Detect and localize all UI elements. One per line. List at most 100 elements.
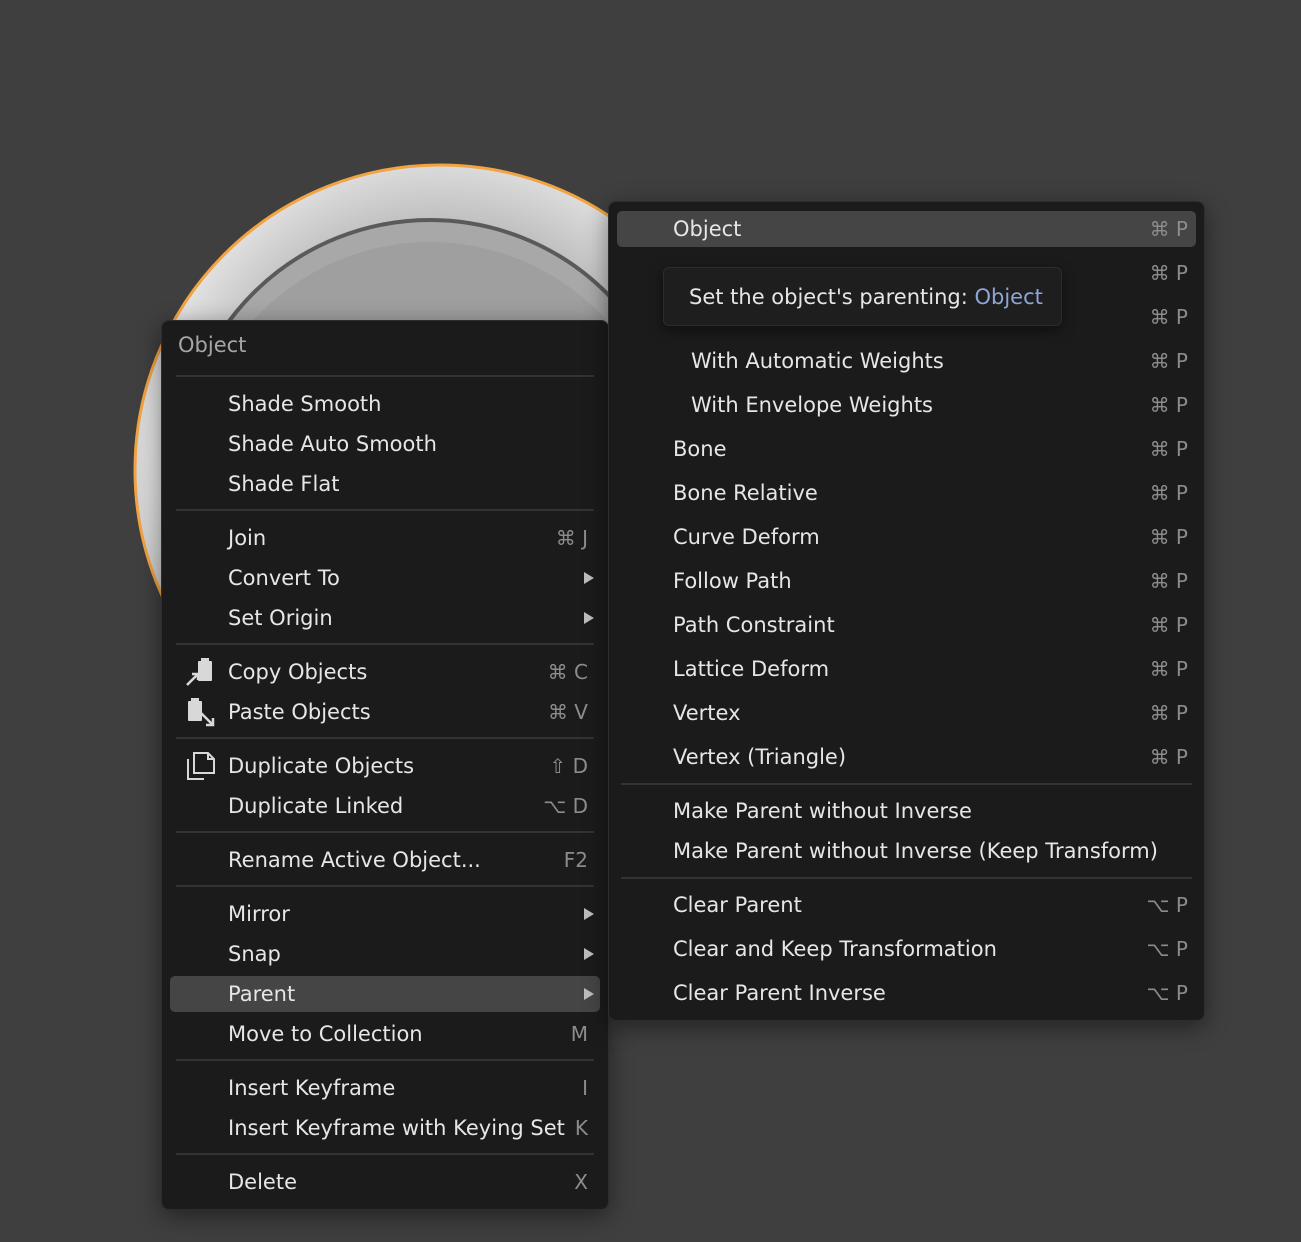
shortcut-label: ⌘ V [547,700,588,724]
menu-item-vertex-triangle[interactable]: Vertex (Triangle) ⌘ P [617,739,1196,775]
shortcut-label: X [574,1170,588,1194]
duplicate-icon [187,752,215,780]
menu-item-join[interactable]: Join ⌘ J [170,520,600,556]
menu-item-path-constraint[interactable]: Path Constraint ⌘ P [617,607,1196,643]
shortcut-label: ⌘ P [1149,701,1188,725]
shortcut-label: ⌘ J [555,526,588,550]
menu-item-label: Make Parent without Inverse [673,799,972,823]
menu-item-label: Vertex (Triangle) [673,745,847,769]
menu-item-bone[interactable]: Bone ⌘ P [617,431,1196,467]
menu-title: Object [178,333,247,357]
menu-item-label: Join [228,526,267,550]
menu-item-label: Rename Active Object... [228,848,481,872]
menu-item-label: Make Parent without Inverse (Keep Transf… [673,839,1158,863]
menu-item-label: Mirror [228,902,290,926]
menu-item-parent-object[interactable]: Object ⌘ P [617,211,1196,247]
menu-item-parent[interactable]: Parent [170,976,600,1012]
paste-buffer-icon [188,698,215,727]
menu-item-bone-relative[interactable]: Bone Relative ⌘ P [617,475,1196,511]
copy-buffer-icon [186,658,212,686]
menu-item-label: Shade Smooth [228,392,382,416]
menu-item-label: Bone Relative [673,481,818,505]
menu-item-label: Shade Auto Smooth [228,432,437,456]
tooltip: Set the object's parenting: Object [663,267,1062,326]
menu-item-duplicate-objects[interactable]: Duplicate Objects ⇧ D [170,748,600,784]
shortcut-label: ⌘ P [1149,261,1188,285]
menu-item-label: Object [673,217,742,241]
shortcut-label: ⌘ P [1149,657,1188,681]
menu-item-label: Clear Parent Inverse [673,981,886,1005]
shortcut-label: ⌘ C [547,660,588,684]
menu-item-label: With Automatic Weights [691,349,944,373]
menu-item-label: Duplicate Objects [228,754,415,778]
menu-item-duplicate-linked[interactable]: Duplicate Linked ⌥ D [170,788,600,824]
menu-item-label: Snap [228,942,281,966]
menu-separator [176,1059,594,1061]
shortcut-label: ⌘ P [1149,305,1188,329]
shortcut-label: ⌘ P [1149,393,1188,417]
shortcut-label: M [570,1022,588,1046]
menu-item-label: Insert Keyframe [228,1076,396,1100]
object-context-menu: Object Shade Smooth Shade Auto Smooth Sh… [161,320,609,1210]
menu-item-label: Insert Keyframe with Keying Set [228,1116,565,1140]
menu-item-label: Path Constraint [673,613,835,637]
menu-item-label: Copy Objects [228,660,368,684]
menu-item-make-parent-without-inverse[interactable]: Make Parent without Inverse [617,793,1196,829]
submenu-arrow-icon [584,572,594,584]
menu-item-label: Parent [228,982,296,1006]
shortcut-label: ⌘ P [1149,481,1188,505]
shortcut-label: K [574,1116,588,1140]
menu-item-curve-deform[interactable]: Curve Deform ⌘ P [617,519,1196,555]
menu-item-shade-auto-smooth[interactable]: Shade Auto Smooth [170,426,600,462]
menu-item-clear-parent[interactable]: Clear Parent ⌥ P [617,887,1196,923]
shortcut-label: ⌘ P [1149,745,1188,769]
menu-item-copy-objects[interactable]: Copy Objects ⌘ C [170,654,600,690]
menu-item-convert-to[interactable]: Convert To [170,560,600,596]
menu-separator [176,643,594,645]
menu-item-paste-objects[interactable]: Paste Objects ⌘ V [170,694,600,730]
shortcut-label: ⌘ P [1149,437,1188,461]
menu-item-vertex[interactable]: Vertex ⌘ P [617,695,1196,731]
menu-item-follow-path[interactable]: Follow Path ⌘ P [617,563,1196,599]
shortcut-label: ⌥ D [543,794,588,818]
tooltip-description: Set the object's parenting: [689,284,975,309]
menu-item-rename-active-object[interactable]: Rename Active Object... F2 [170,842,600,878]
menu-item-label: Bone [673,437,727,461]
menu-item-label: Clear Parent [673,893,802,917]
menu-item-shade-flat[interactable]: Shade Flat [170,466,600,502]
menu-separator [621,877,1192,879]
menu-item-set-origin[interactable]: Set Origin [170,600,600,636]
menu-item-with-automatic-weights[interactable]: With Automatic Weights ⌘ P [617,343,1196,379]
menu-item-shade-smooth[interactable]: Shade Smooth [170,386,600,422]
shortcut-label: ⌥ P [1146,981,1188,1005]
submenu-arrow-icon [584,908,594,920]
menu-item-label: Set Origin [228,606,333,630]
menu-item-clear-and-keep-transformation[interactable]: Clear and Keep Transformation ⌥ P [617,931,1196,967]
menu-item-move-to-collection[interactable]: Move to Collection M [170,1016,600,1052]
submenu-arrow-icon [584,988,594,1000]
shortcut-label: ⌘ P [1149,217,1188,241]
shortcut-label: F2 [563,848,588,872]
menu-item-lattice-deform[interactable]: Lattice Deform ⌘ P [617,651,1196,687]
menu-item-snap[interactable]: Snap [170,936,600,972]
menu-item-label: With Envelope Weights [691,393,933,417]
menu-separator [176,509,594,511]
menu-item-clear-parent-inverse[interactable]: Clear Parent Inverse ⌥ P [617,975,1196,1011]
menu-item-label: Delete [228,1170,297,1194]
tooltip-highlight: Object [974,284,1043,309]
menu-separator [176,375,594,377]
menu-item-insert-keyframe-with-keying-set[interactable]: Insert Keyframe with Keying Set K [170,1110,600,1146]
menu-item-with-envelope-weights[interactable]: With Envelope Weights ⌘ P [617,387,1196,423]
menu-item-delete[interactable]: Delete X [170,1164,600,1200]
menu-item-label: Lattice Deform [673,657,830,681]
submenu-arrow-icon [584,612,594,624]
menu-item-make-parent-without-inverse-keep-transform[interactable]: Make Parent without Inverse (Keep Transf… [617,833,1196,869]
tooltip-text: Set the object's parenting: Object [689,285,1043,309]
menu-item-label: Vertex [673,701,741,725]
menu-item-mirror[interactable]: Mirror [170,896,600,932]
menu-item-insert-keyframe[interactable]: Insert Keyframe I [170,1070,600,1106]
menu-item-label: Curve Deform [673,525,820,549]
shortcut-label: ⇧ D [549,754,588,778]
menu-item-label: Convert To [228,566,340,590]
shortcut-label: ⌘ P [1149,569,1188,593]
